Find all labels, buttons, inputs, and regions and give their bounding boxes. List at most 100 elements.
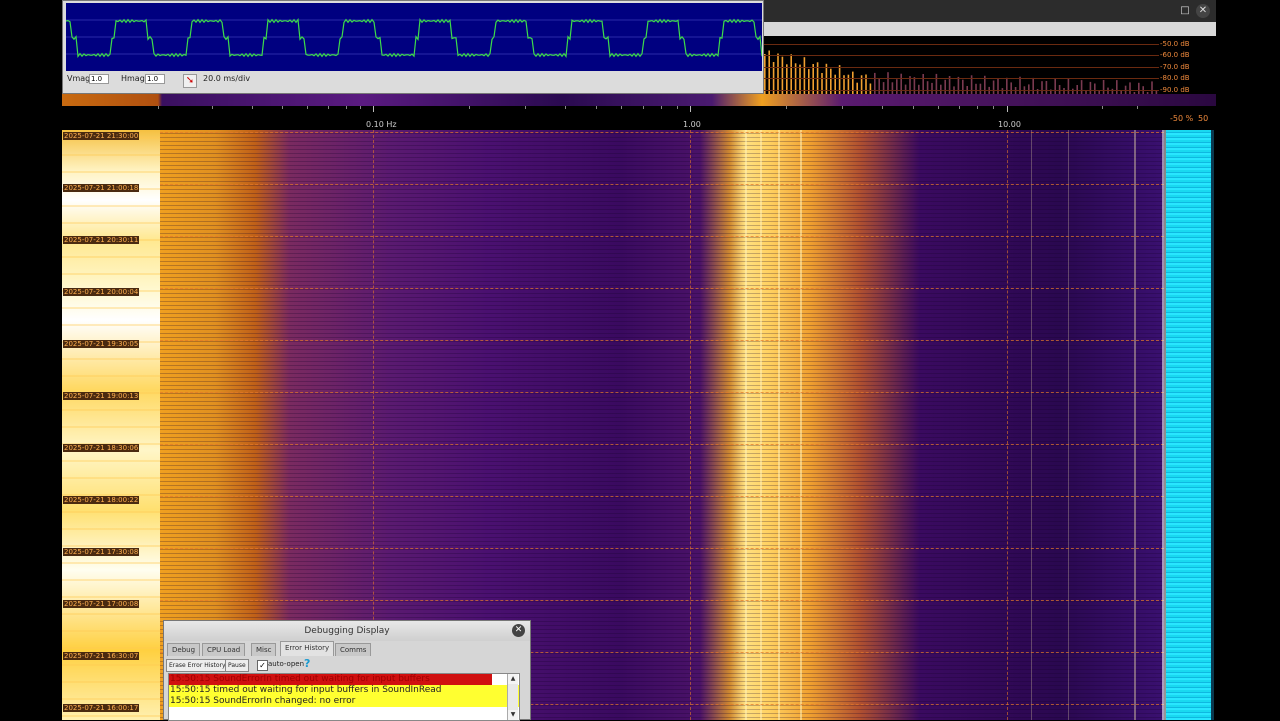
axis-minor-tick — [621, 106, 622, 109]
scroll-up-icon[interactable]: ▲ — [508, 674, 518, 684]
spectrum-bar — [944, 79, 946, 94]
waterfall-gridline — [1007, 130, 1008, 720]
timebase-label: 20.0 ms/div — [203, 74, 251, 83]
axis-minor-tick — [360, 106, 361, 109]
tab-cpu-load[interactable]: CPU Load — [202, 643, 246, 656]
pause-button[interactable]: Pause — [225, 659, 249, 672]
spectrum-bar — [931, 82, 933, 94]
waterfall-time-gridline — [160, 288, 1164, 289]
spectrum-bar — [856, 82, 858, 94]
axis-minor-tick — [677, 106, 678, 109]
scope-trace — [66, 17, 762, 59]
tab-debug[interactable]: Debug — [167, 643, 201, 656]
scrollbar[interactable]: ▲ ▼ — [507, 674, 518, 720]
timestamp-label: 2025-07-21 17:00:08 — [63, 600, 140, 608]
timestamp-label: 2025-07-21 19:00:13 — [63, 392, 140, 400]
axis-minor-tick — [959, 106, 960, 109]
spectrum-bar — [979, 83, 982, 94]
signal-streak — [778, 130, 780, 720]
waterfall-time-gridline — [160, 548, 1164, 549]
axis-tick — [690, 106, 691, 112]
spectrum-bar — [1006, 77, 1008, 94]
scroll-down-icon[interactable]: ▼ — [508, 710, 518, 720]
auto-open-checkbox[interactable]: ✓ — [257, 660, 268, 671]
spectrum-bar — [1019, 76, 1021, 94]
axis-minor-tick — [786, 106, 787, 109]
scope-plot[interactable] — [66, 3, 762, 71]
axis-minor-tick — [252, 106, 253, 109]
tab-comms[interactable]: Comms — [335, 643, 372, 656]
tab-error-history[interactable]: Error History — [280, 641, 335, 656]
timestamp-label: 2025-07-21 19:30:05 — [63, 340, 140, 348]
hmag-input[interactable] — [145, 74, 165, 84]
auto-open-label: auto-open — [268, 660, 305, 668]
close-icon[interactable]: ✕ — [1196, 4, 1210, 18]
signal-streak — [800, 130, 802, 720]
spectrum-bar — [790, 54, 792, 94]
axis-minor-tick — [158, 106, 159, 109]
cursor-tool-icon[interactable]: ➘ — [183, 74, 197, 88]
signal-streak — [745, 130, 747, 720]
timestamp-label: 2025-07-21 17:30:08 — [63, 548, 140, 556]
list-item: 15:50:15 SoundErrorIn timed out waiting … — [169, 674, 492, 685]
spectrum-bar — [962, 79, 964, 94]
vmag-input[interactable] — [89, 74, 109, 84]
db-gridline — [764, 67, 1159, 68]
spectrum-bar — [1010, 82, 1012, 94]
axis-minor-tick — [596, 106, 597, 109]
signal-streak — [1068, 130, 1069, 720]
list-item: 15:50:15 timed out waiting for input buf… — [169, 685, 519, 696]
error-history-list[interactable]: 15:50:15 SoundErrorIn timed out waiting … — [168, 673, 520, 721]
db-label: -60.0 dB — [1160, 51, 1190, 59]
spectrum-bar — [1129, 82, 1131, 94]
db-label: -90.0 dB — [1160, 86, 1190, 94]
spectrum-bars — [764, 50, 1158, 94]
spectrum-bar — [777, 53, 779, 94]
axis-minor-tick — [661, 106, 662, 109]
spectrum-bar — [1041, 81, 1043, 94]
axis-tick — [1007, 106, 1008, 112]
spectrum-bar — [1054, 78, 1056, 94]
spectrum-bar — [803, 57, 806, 94]
meter-label-right: 50 — [1198, 114, 1209, 123]
spectrum-bar — [781, 56, 784, 94]
axis-tick — [373, 106, 374, 112]
spectrum-bar — [975, 83, 977, 94]
timestamp-column: 2025-07-21 21:30:00 2025-07-21 21:00:18 … — [62, 130, 160, 720]
axis-minor-tick — [643, 106, 644, 109]
close-icon[interactable]: ✕ — [512, 624, 525, 637]
db-gridline — [764, 78, 1159, 79]
db-label: -50.0 dB — [1160, 40, 1190, 48]
axis-minor-tick — [938, 106, 939, 109]
window-toolbar-strip — [764, 22, 1216, 36]
axis-minor-tick — [1137, 106, 1138, 109]
level-meter-header: -50 % 50 — [1162, 106, 1216, 130]
spectrum-bar — [997, 78, 999, 94]
axis-minor-tick — [469, 106, 470, 109]
maximize-icon[interactable]: □ — [1178, 4, 1192, 18]
axis-minor-tick — [882, 106, 883, 109]
window-titlebar: □ ✕ — [764, 0, 1216, 22]
waterfall-time-gridline — [160, 184, 1164, 185]
db-gridline — [764, 55, 1159, 56]
db-gridline — [764, 90, 1159, 91]
spectrum-bar — [1080, 80, 1083, 94]
help-icon[interactable]: ? — [304, 657, 310, 670]
axis-minor-tick — [525, 106, 526, 109]
waterfall-time-gridline — [160, 236, 1164, 237]
axis-minor-tick — [307, 106, 308, 109]
axis-minor-tick — [913, 106, 914, 109]
vmag-label: Vmag — [67, 74, 91, 83]
waterfall-time-gridline — [160, 392, 1164, 393]
spectrum-bar — [913, 77, 916, 94]
axis-minor-tick — [328, 106, 329, 109]
scope-window: Vmag Hmag ➘ 20.0 ms/div — [62, 0, 764, 94]
spectrum-bar — [882, 82, 885, 94]
list-item: 15:50:15 SoundErrorIn changed: no error — [169, 696, 519, 707]
axis-minor-tick — [1102, 106, 1103, 109]
db-label: -70.0 dB — [1160, 63, 1190, 71]
axis-minor-tick — [346, 106, 347, 109]
erase-error-history-button[interactable]: Erase Error History — [166, 659, 229, 672]
spectrum-bar — [1032, 77, 1034, 94]
tab-misc[interactable]: Misc — [251, 643, 277, 656]
